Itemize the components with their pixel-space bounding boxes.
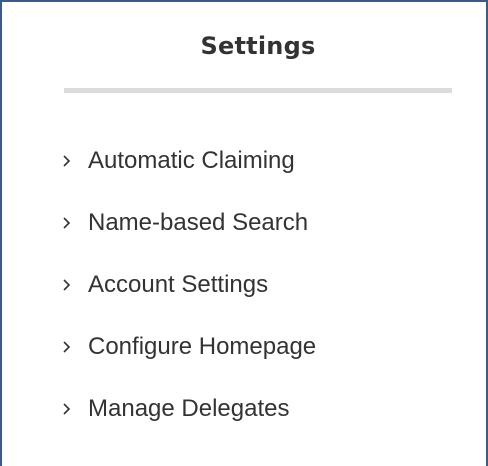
settings-window-frame: Settings Automatic Claiming Name-based S… xyxy=(0,0,488,466)
settings-panel: Settings Automatic Claiming Name-based S… xyxy=(2,2,486,466)
menu-item-label: Name-based Search xyxy=(88,209,309,236)
menu-item-label: Automatic Claiming xyxy=(88,147,295,174)
chevron-right-icon xyxy=(58,211,76,235)
settings-menu: Automatic Claiming Name-based Search Acc… xyxy=(58,130,316,440)
menu-item-configure-homepage[interactable]: Configure Homepage xyxy=(58,316,316,378)
menu-item-label: Configure Homepage xyxy=(88,333,317,360)
menu-item-label: Manage Delegates xyxy=(88,395,290,422)
menu-item-automatic-claiming[interactable]: Automatic Claiming xyxy=(58,130,316,192)
menu-item-label: Account Settings xyxy=(88,271,269,298)
menu-item-account-settings[interactable]: Account Settings xyxy=(58,254,316,316)
chevron-right-icon xyxy=(58,335,76,359)
chevron-right-icon xyxy=(58,397,76,421)
menu-item-name-based-search[interactable]: Name-based Search xyxy=(58,192,316,254)
menu-item-manage-delegates[interactable]: Manage Delegates xyxy=(58,378,316,440)
chevron-right-icon xyxy=(58,149,76,173)
title-divider xyxy=(64,88,452,93)
panel-title: Settings xyxy=(200,32,316,60)
chevron-right-icon xyxy=(58,273,76,297)
